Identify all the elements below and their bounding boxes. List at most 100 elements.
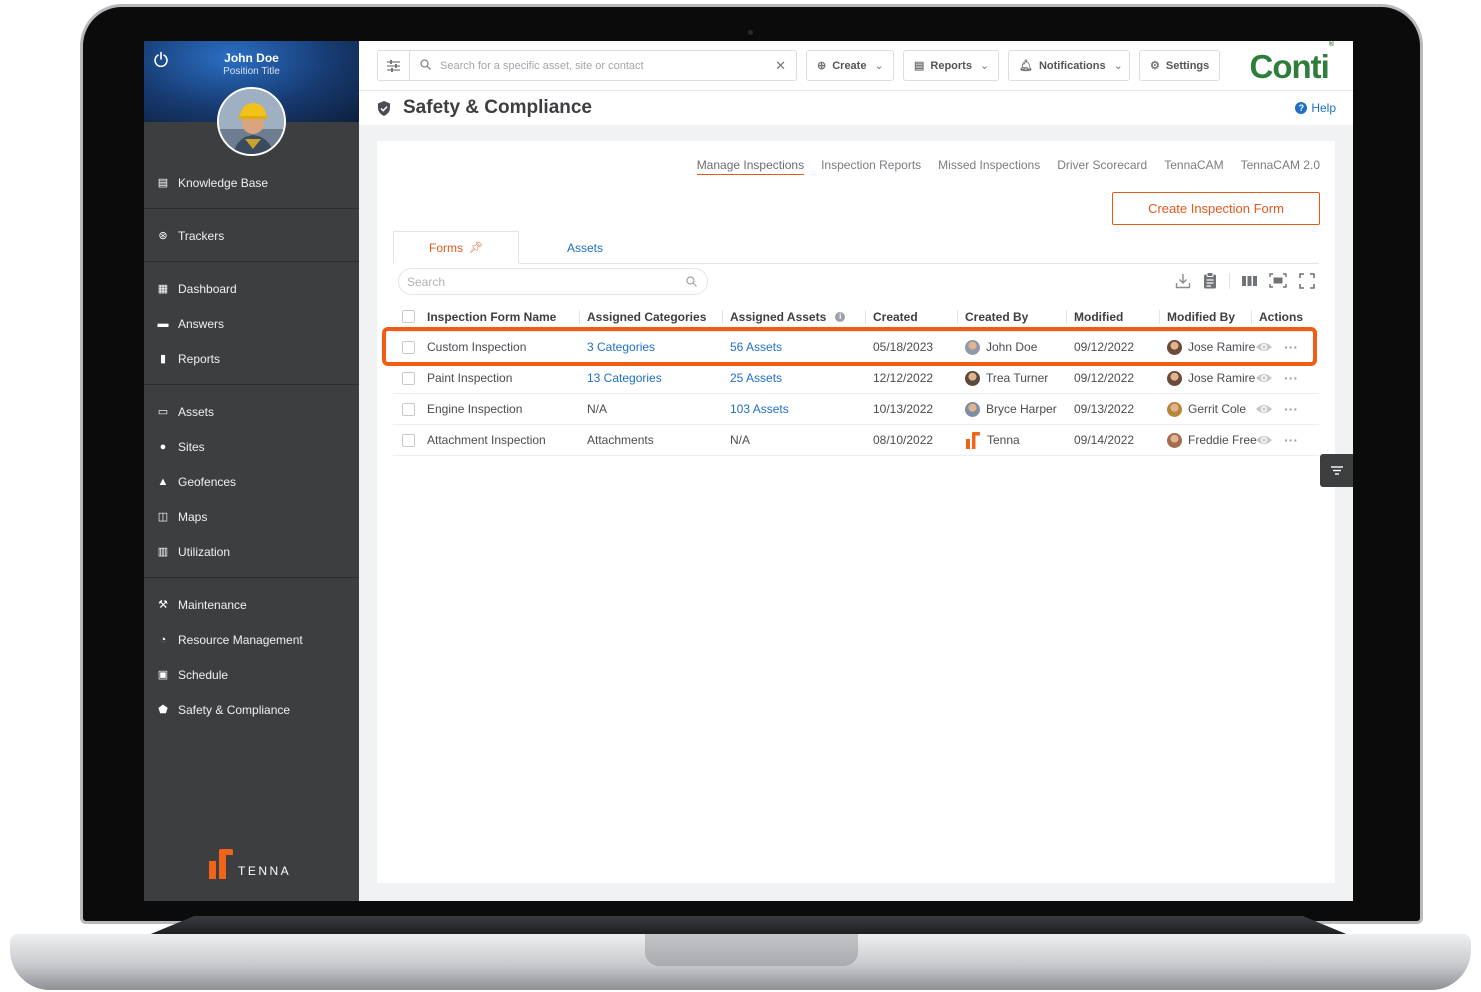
sidebar-divider	[144, 376, 359, 394]
fullscreen-icon[interactable]	[1299, 272, 1315, 289]
column-header-assigned-categories[interactable]: Assigned Categories	[587, 302, 725, 331]
column-header-modified[interactable]: Modified	[1074, 302, 1162, 331]
notifications-button[interactable]: 🔔︎ Notifications ⌄	[1008, 50, 1130, 81]
profile-name: John Doe	[224, 51, 279, 65]
eye-icon[interactable]	[1255, 341, 1273, 353]
select-all-checkbox[interactable]	[402, 310, 415, 323]
sidebar-item-schedule[interactable]: ▣ Schedule	[144, 657, 359, 692]
sidebar-item-trackers[interactable]: ⊛ Trackers	[144, 218, 359, 253]
sidebar-item-reports[interactable]: ▮ Reports	[144, 341, 359, 376]
geofence-icon: ▲	[157, 475, 169, 488]
subnav-tab-driver-scorecard[interactable]: Driver Scorecard	[1057, 158, 1147, 175]
sidebar-item-sites[interactable]: ● Sites	[144, 429, 359, 464]
table-row[interactable]: Engine Inspection N/A 103 Assets 10/13/2022…	[393, 394, 1319, 425]
info-icon[interactable]: i	[835, 311, 846, 322]
more-options-icon[interactable]: ···	[1284, 370, 1298, 386]
person-chip: John Doe	[965, 339, 1037, 355]
eye-icon[interactable]	[1255, 372, 1273, 384]
clear-search-icon[interactable]: ✕	[775, 58, 786, 74]
create-label: Create	[832, 59, 867, 72]
sidebar-item-safety-compliance[interactable]: ⬟ Safety & Compliance	[144, 692, 359, 727]
laptop-keyboard-edge	[146, 916, 1351, 936]
created-text: 05/18/2023	[873, 340, 934, 354]
created-text: 10/13/2022	[873, 402, 934, 416]
create-button[interactable]: ⊕ Create ⌄	[806, 50, 894, 81]
density-icon[interactable]	[1269, 273, 1287, 288]
clipboard-icon[interactable]	[1203, 272, 1217, 289]
subnav-tab-manage-inspections[interactable]: Manage Inspections	[696, 158, 805, 175]
column-header-inspection-form-name[interactable]: Inspection Form Name	[427, 302, 582, 331]
subnav-tab-tennacam-2-0[interactable]: TennaCAM 2.0	[1241, 158, 1320, 175]
column-header-created-by[interactable]: Created By	[965, 302, 1070, 331]
sidebar-item-knowledge-base[interactable]: ▤ Knowledge Base	[144, 165, 359, 200]
filter-lines-icon	[1330, 466, 1343, 475]
eye-icon[interactable]	[1255, 434, 1273, 446]
more-options-icon[interactable]: ···	[1284, 401, 1298, 417]
categories-link[interactable]: 13 Categories	[587, 371, 662, 385]
sidebar-item-label: Sites	[178, 439, 205, 454]
cell-created-by: John Doe	[965, 332, 1070, 362]
shield-check-icon	[378, 101, 390, 116]
table-search-input[interactable]: Search	[398, 268, 708, 295]
more-options-icon[interactable]: ···	[1284, 339, 1298, 355]
content-card: Manage Inspections Inspection Reports Miss…	[377, 141, 1335, 883]
name-text: Engine Inspection	[427, 402, 523, 416]
sidebar-item-maintenance[interactable]: ⚒ Maintenance	[144, 587, 359, 622]
create-inspection-form-button[interactable]: Create Inspection Form	[1112, 192, 1320, 225]
sidebar-item-dashboard[interactable]: ▦ Dashboard	[144, 271, 359, 306]
sidebar-item-utilization[interactable]: ▥ Utilization	[144, 534, 359, 569]
person-chip: Trea Turner	[965, 370, 1048, 386]
row-checkbox[interactable]	[402, 340, 415, 354]
avatar[interactable]	[217, 87, 286, 156]
created-text: 08/10/2022	[873, 433, 934, 447]
eye-icon[interactable]	[1255, 403, 1273, 415]
column-header-label: Modified By	[1167, 309, 1235, 324]
assets-link[interactable]: 103 Assets	[730, 402, 789, 416]
tab-forms[interactable]: Forms 📌︎	[393, 231, 519, 264]
sidebar-item-geofences[interactable]: ▲ Geofences	[144, 464, 359, 499]
person-chip: Gerrit Cole	[1167, 401, 1246, 417]
tab-assets[interactable]: Assets	[519, 231, 651, 264]
shield-icon: ⬟	[158, 704, 168, 716]
column-divider	[1159, 310, 1160, 324]
columns-icon[interactable]	[1242, 275, 1257, 287]
filter-sliders-icon[interactable]	[378, 51, 410, 80]
sidebar-item-resource-management[interactable]: ◔ Resource Management	[144, 622, 359, 657]
avatar	[965, 339, 980, 355]
side-filter-toggle[interactable]	[1320, 454, 1353, 487]
download-icon[interactable]	[1175, 273, 1191, 289]
sidebar-item-maps[interactable]: ◫ Maps	[144, 499, 359, 534]
row-checkbox[interactable]	[402, 371, 415, 385]
document-icon: ▤	[914, 60, 925, 72]
column-header-assigned-assets[interactable]: Assigned Assets i	[730, 302, 868, 331]
page-title: Safety & Compliance	[403, 97, 592, 118]
sidebar-item-answers[interactable]: ▬ Answers	[144, 306, 359, 341]
row-checkbox[interactable]	[402, 433, 415, 447]
global-search[interactable]: Search for a specific asset, site or con…	[377, 50, 797, 81]
column-header-actions[interactable]: Actions	[1259, 302, 1319, 331]
categories-link[interactable]: 3 Categories	[587, 340, 655, 354]
settings-button[interactable]: ⚙ Settings	[1139, 50, 1220, 81]
help-link[interactable]: ? Help	[1295, 101, 1336, 115]
toolbar-divider	[1229, 272, 1230, 289]
table-row[interactable]: Paint Inspection 13 Categories 25 Assets 12…	[393, 363, 1319, 394]
search-input[interactable]: Search for a specific asset, site or con…	[440, 60, 775, 72]
laptop-notch	[645, 934, 858, 966]
column-header-created[interactable]: Created	[873, 302, 960, 331]
cell-name: Custom Inspection	[427, 332, 582, 362]
subnav-tab-missed-inspections[interactable]: Missed Inspections	[938, 158, 1040, 175]
book-icon: ▤	[157, 177, 169, 189]
more-options-icon[interactable]: ···	[1284, 432, 1298, 448]
assets-link[interactable]: 56 Assets	[730, 340, 782, 354]
sidebar-item-label: Trackers	[178, 228, 225, 243]
reports-button[interactable]: ▤ Reports ⌄	[903, 50, 999, 81]
subnav-tab-tennacam[interactable]: TennaCAM	[1164, 158, 1223, 175]
table-row[interactable]: Attachment Inspection Attachments N/A 08/10…	[393, 425, 1319, 456]
pin-icon[interactable]: 📌︎	[469, 241, 483, 254]
row-checkbox[interactable]	[402, 402, 415, 416]
column-header-modified-by[interactable]: Modified By	[1167, 302, 1257, 331]
table-row[interactable]: Custom Inspection 3 Categories 56 Assets 05…	[393, 332, 1319, 363]
subnav-tab-inspection-reports[interactable]: Inspection Reports	[821, 158, 921, 175]
assets-link[interactable]: 25 Assets	[730, 371, 782, 385]
sidebar-item-assets[interactable]: ▭ Assets	[144, 394, 359, 429]
